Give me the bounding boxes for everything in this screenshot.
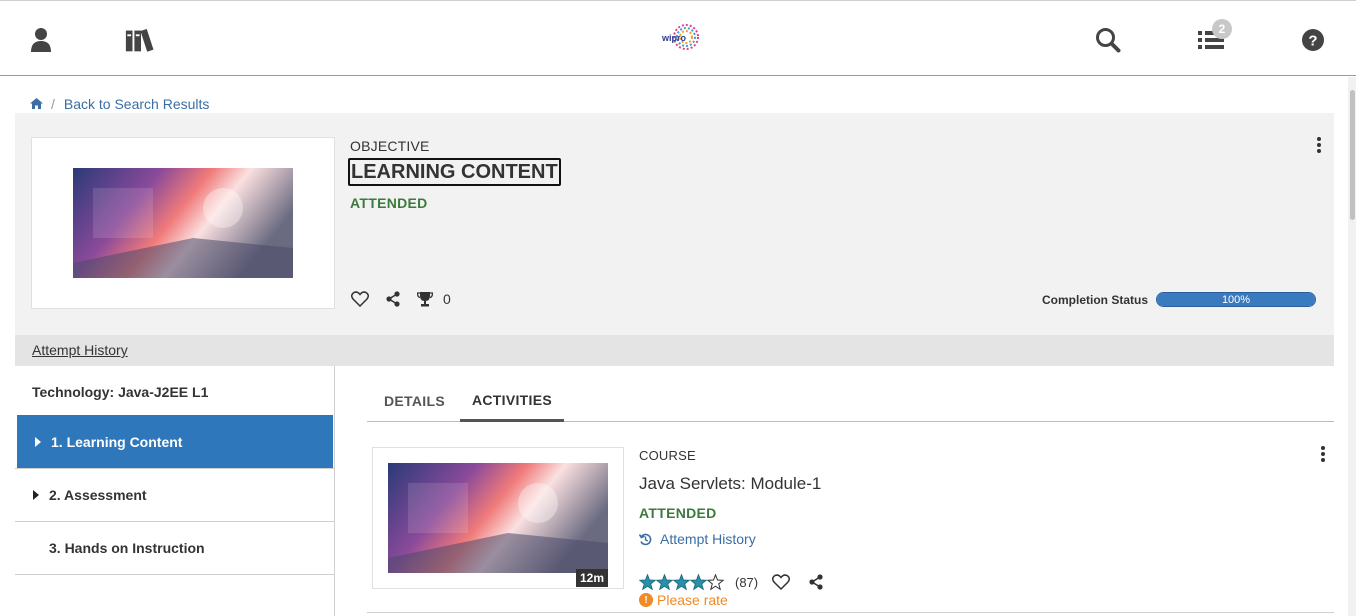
user-icon[interactable] [24,23,58,57]
sidebar-item-hands-on-instruction[interactable]: 3. Hands on Instruction [15,521,335,573]
objective-actions: 0 [351,289,451,309]
please-rate-prompt[interactable]: ! Please rate [639,592,728,608]
activity-thumbnail[interactable]: 12m [372,447,624,589]
activity-status: ATTENDED [639,505,717,521]
library-icon[interactable] [124,23,158,57]
notification-badge: 2 [1212,19,1232,39]
activity-title[interactable]: Java Servlets: Module-1 [639,474,821,494]
activity-share-icon[interactable] [808,574,824,590]
breadcrumb: / Back to Search Results [30,95,209,113]
objective-header: OBJECTIVE LEARNING CONTENT ATTENDED 0 Co… [15,113,1334,335]
objective-more-menu-icon[interactable] [1317,137,1323,155]
share-icon[interactable] [385,291,401,307]
activity-type: COURSE [639,448,696,463]
objective-status: ATTENDED [350,195,428,211]
objective-type: OBJECTIVE [350,138,430,154]
sidebar-item-label: 3. Hands on Instruction [49,539,205,556]
rating-stars-icon[interactable] [639,573,725,591]
back-to-search-link[interactable]: Back to Search Results [64,96,210,112]
trophy-count: 0 [443,291,451,307]
wipro-logo: wipro [660,23,702,53]
content-tabs: DETAILS ACTIVITIES [367,380,1334,422]
warning-icon: ! [639,593,653,607]
svg-text:?: ? [1308,33,1317,50]
sidebar-item-label: 1. Learning Content [51,433,183,450]
activity-rating: (87) [639,573,824,591]
search-icon[interactable] [1091,23,1125,57]
star-empty-icon[interactable] [706,573,725,590]
activity-favorite-heart-icon[interactable] [772,574,791,590]
objective-thumbnail [31,137,335,309]
sidebar-item-label: 2. Assessment [49,486,147,503]
activity-more-menu-icon[interactable] [1321,446,1327,464]
star-filled-icon[interactable] [655,573,674,590]
objective-title[interactable]: LEARNING CONTENT [348,158,561,186]
attempt-history-bar: Attempt History [15,335,1334,366]
sidebar-item-learning-content[interactable]: 1. Learning Content [17,415,333,468]
sidebar-item-assessment[interactable]: 2. Assessment [15,468,335,520]
completion-percent: 100% [1221,293,1251,306]
sidebar-divider [15,574,335,575]
activity-image [388,463,608,573]
objective-image [73,168,293,278]
activity-divider [367,612,1334,613]
list-icon[interactable]: 2 [1194,19,1232,57]
star-filled-icon[interactable] [689,573,708,590]
attempt-history-link[interactable]: Attempt History [32,342,128,358]
favorite-heart-icon[interactable] [351,291,369,307]
star-filled-icon[interactable] [639,573,657,590]
tab-details[interactable]: DETAILS [384,380,445,422]
objective-sidebar: Technology: Java-J2EE L1 1. Learning Con… [15,366,335,616]
please-rate-label: Please rate [657,592,728,608]
logo-text: wipro [661,33,687,43]
help-icon[interactable]: ? [1296,23,1330,57]
star-filled-icon[interactable] [672,573,691,590]
caret-right-icon [35,436,41,447]
scrollbar-thumb[interactable] [1350,90,1355,220]
history-icon [639,533,652,545]
tab-activities[interactable]: ACTIVITIES [460,380,564,422]
activity-attempt-history-label: Attempt History [660,531,756,547]
completion-status: Completion Status 100% [1042,292,1317,307]
breadcrumb-separator: / [51,96,55,112]
home-icon[interactable] [30,96,43,112]
sidebar-heading: Technology: Java-J2EE L1 [32,384,209,400]
top-bar: wipro 2 ? [0,0,1356,76]
trophy-icon [417,291,433,307]
completion-progress-bar: 100% [1156,292,1317,307]
caret-right-icon [33,489,39,500]
completion-label: Completion Status [1042,292,1149,307]
rating-count: (87) [735,574,759,590]
duration-badge: 12m [575,569,608,587]
activity-attempt-history-link[interactable]: Attempt History [639,531,756,547]
